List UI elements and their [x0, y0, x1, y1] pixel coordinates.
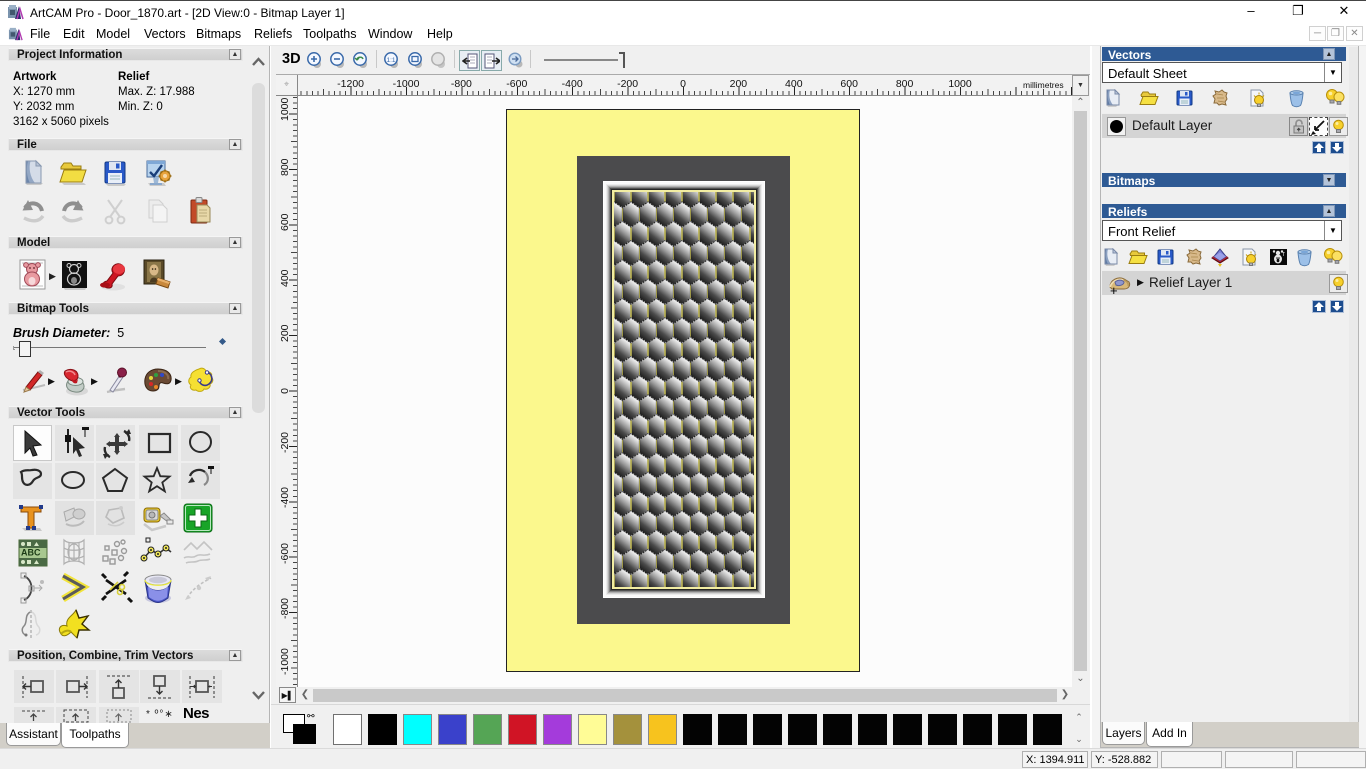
svg-text:1:1: 1:1: [387, 57, 396, 64]
svg-text:ABC: ABC: [21, 548, 41, 558]
